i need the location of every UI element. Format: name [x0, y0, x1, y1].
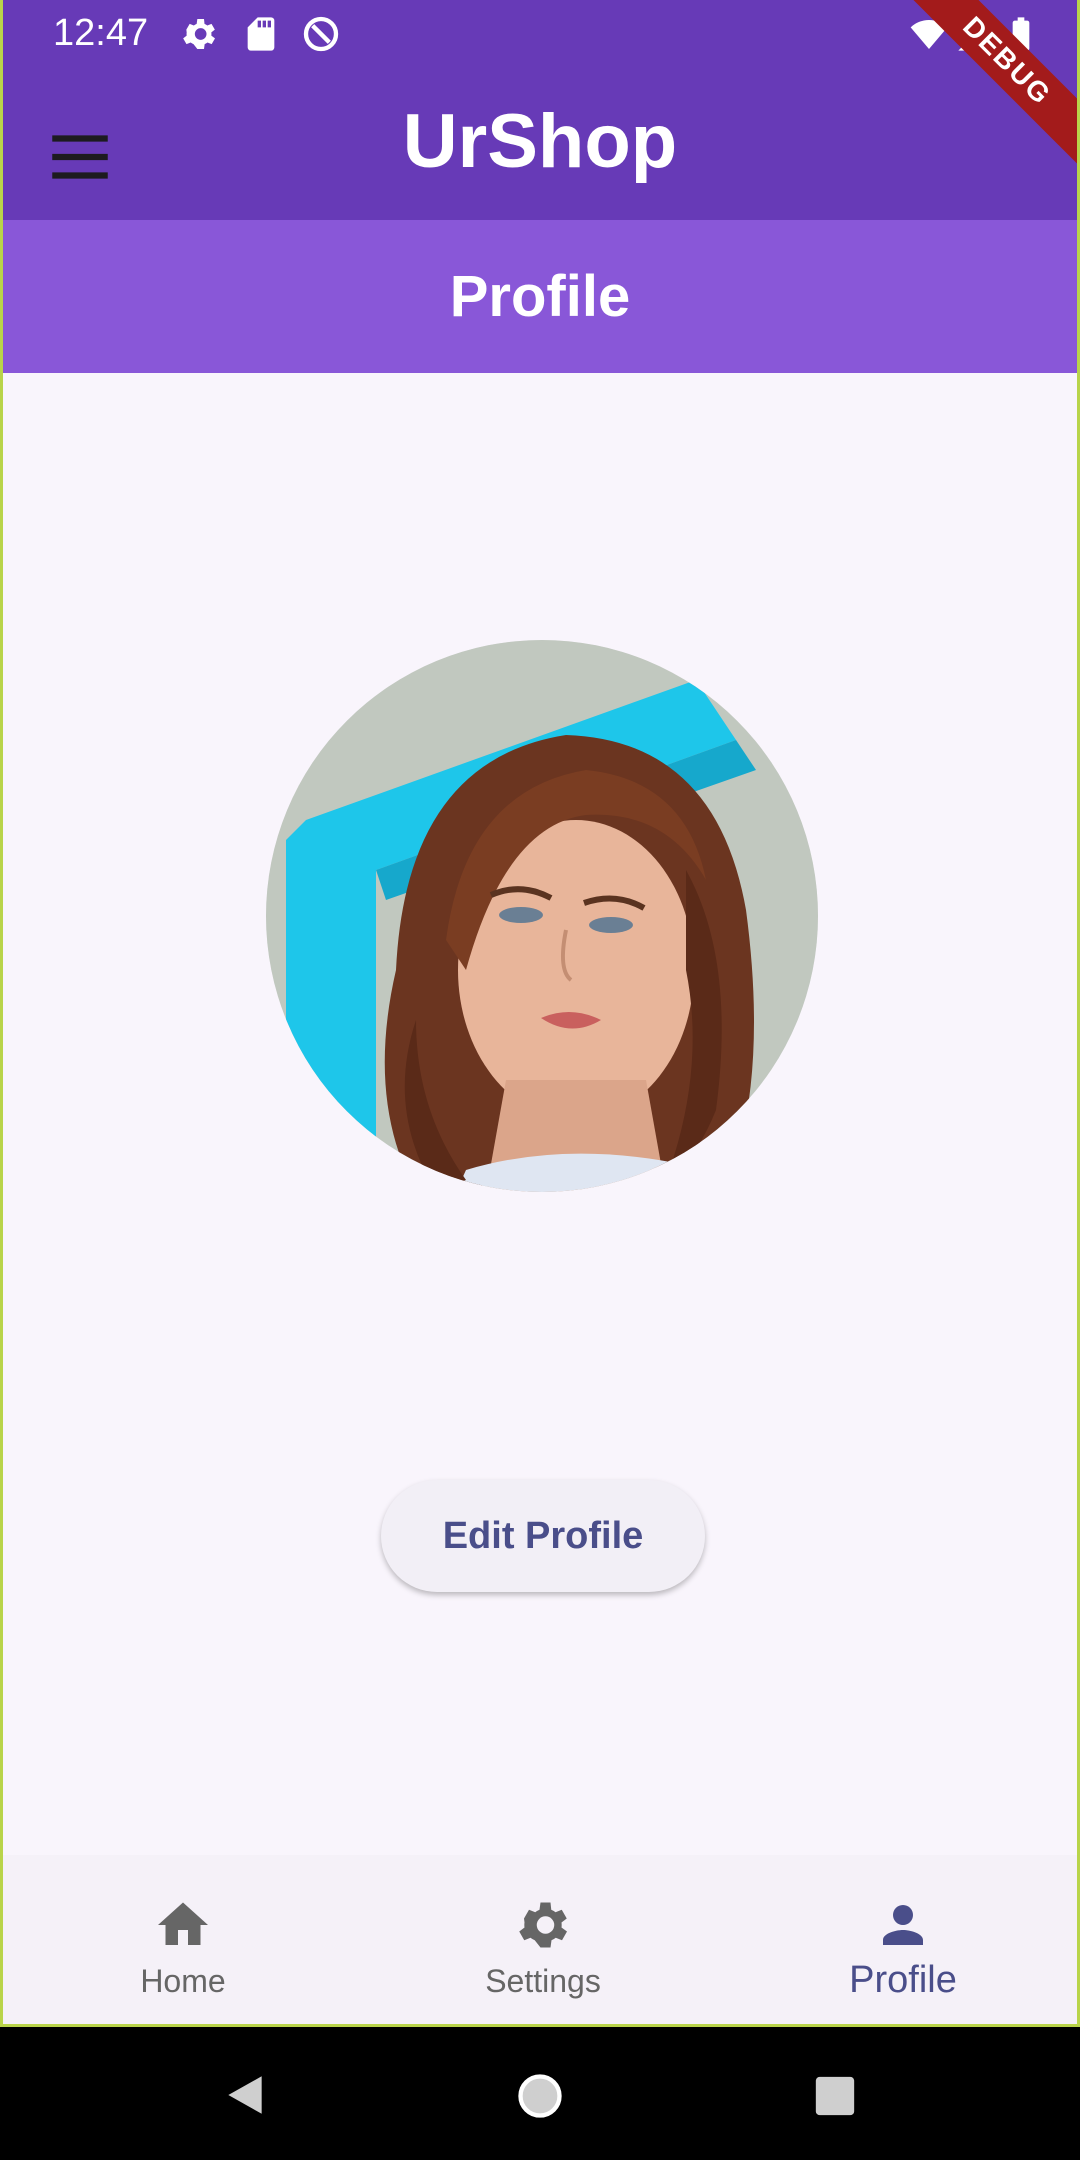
app-bar: UrShop [3, 70, 1077, 220]
status-time: 12:47 [53, 12, 149, 54]
nav-label-settings: Settings [485, 1963, 601, 1999]
gear-icon [183, 19, 215, 49]
edit-profile-button[interactable]: Edit Profile [381, 1480, 705, 1592]
bottom-navigation: Home Settings Profile [3, 1855, 1077, 2024]
page-header: Profile [3, 220, 1077, 373]
nav-item-profile[interactable]: Profile [753, 1855, 1053, 2024]
page-title: Profile [449, 264, 631, 329]
nav-label-home: Home [140, 1963, 226, 1999]
status-bar: 12:47 [3, 0, 1077, 70]
home-button-icon[interactable] [514, 2070, 566, 2122]
home-icon [158, 1902, 208, 1945]
person-icon [883, 1905, 923, 1945]
sd-card-icon [247, 17, 275, 51]
nav-label-profile: Profile [849, 1959, 957, 2001]
data-saver-icon [303, 16, 339, 52]
recents-icon[interactable] [812, 2073, 858, 2119]
app-title: UrShop [402, 99, 678, 184]
nav-item-home[interactable]: Home [33, 1855, 333, 2024]
back-icon[interactable] [220, 2070, 270, 2120]
app-screen: 12:47 UrShop DEBUG Profile Edit Profile … [0, 0, 1080, 2027]
settings-icon [519, 1902, 567, 1948]
nav-item-settings[interactable]: Settings [393, 1855, 693, 2024]
avatar-photo [266, 640, 818, 1192]
profile-avatar [266, 640, 818, 1192]
system-navigation-bar [0, 2027, 1080, 2160]
